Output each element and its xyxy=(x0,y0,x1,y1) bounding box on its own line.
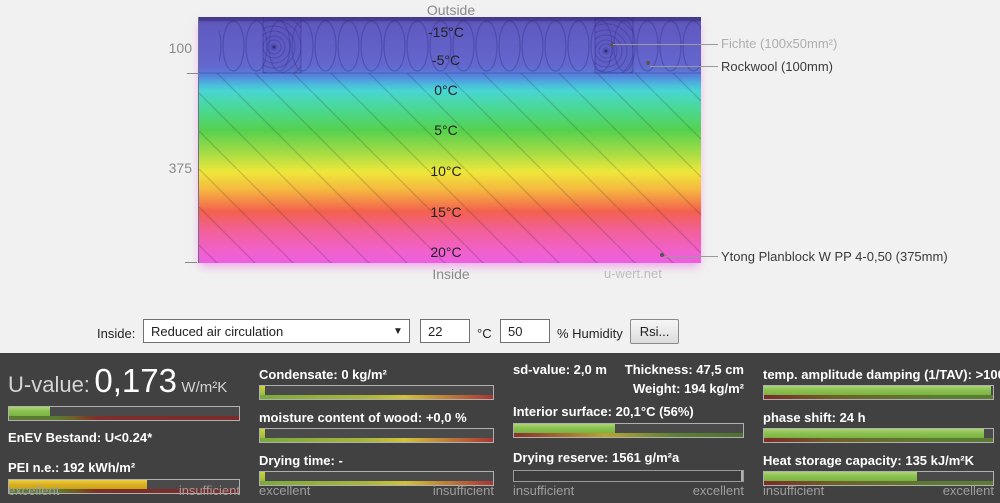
u-value-gauge xyxy=(8,406,240,421)
air-circulation-selected-value: Reduced air circulation xyxy=(151,323,284,339)
sd-value-text: sd-value: 2,0 m xyxy=(513,362,607,377)
weight-text: Weight: 194 kg/m² xyxy=(632,381,744,396)
scale-insufficient: insufficient xyxy=(763,483,825,498)
thermal-diagram: Outside -15°C -5°C 0°C 5°C 10°C 15°C 20°… xyxy=(0,0,1000,300)
axis-tick xyxy=(187,73,199,74)
layer-label-ytong: Ytong Planblock W PP 4-0,50 (375mm) xyxy=(721,249,948,264)
inside-climate-controls: Inside: Reduced air circulation ▼ °C % H… xyxy=(0,319,1000,347)
scale-labels: excellent insufficient xyxy=(259,483,494,498)
moisture-gauge-fill xyxy=(260,429,265,438)
isotherm-label: 10°C xyxy=(430,163,462,179)
layer-label-rockwool: Rockwool (100mm) xyxy=(721,59,833,74)
scale-insufficient: insufficient xyxy=(178,483,240,498)
thickness-label-wall: 375 xyxy=(168,160,192,176)
u-value-number: 0,173 xyxy=(94,362,177,399)
u-wert-calculator-page: Outside -15°C -5°C 0°C 5°C 10°C 15°C 20°… xyxy=(0,0,1000,503)
watermark: u-wert.net xyxy=(604,266,662,281)
results-col-thermal-mass: temp. amplitude damping (1/TAV): >100 ph… xyxy=(763,353,1000,503)
fichte-leader-line xyxy=(613,44,718,45)
ytong-leader-line xyxy=(664,256,718,257)
isotherm-label: -5°C xyxy=(431,52,461,68)
layer-label-fichte: Fichte (100x50mm²) xyxy=(721,36,838,51)
tav-gauge xyxy=(763,385,994,400)
scale-excellent: excellent xyxy=(8,483,60,498)
sd-thickness-row: sd-value: 2,0 m Thickness: 47,5 cm xyxy=(513,362,744,377)
scale-labels: insufficient excellent xyxy=(763,483,994,498)
scale-labels: insufficient excellent xyxy=(513,483,744,498)
temperature-unit-label: °C xyxy=(477,326,492,341)
u-value-gauge-fill xyxy=(9,407,51,416)
scale-labels: excellent insufficient xyxy=(8,483,240,498)
air-circulation-select[interactable]: Reduced air circulation ▼ xyxy=(143,319,410,343)
results-col-surface: sd-value: 2,0 m Thickness: 47,5 cm Weigh… xyxy=(513,353,763,503)
tav-gauge-scale xyxy=(764,395,993,399)
tav-text: temp. amplitude damping (1/TAV): >100 xyxy=(763,367,1000,382)
u-value-title: U-value: 0,173 W/m²K xyxy=(8,362,240,400)
isotherm-label: 0°C xyxy=(434,82,458,98)
interior-surface-gauge xyxy=(513,423,744,438)
wall-cross-section: -15°C -5°C 0°C 5°C 10°C 15°C 20°C xyxy=(198,17,701,263)
isotherm-label: 5°C xyxy=(434,122,458,138)
condensate-text: Condensate: 0 kg/m² xyxy=(259,367,387,382)
scale-excellent: excellent xyxy=(259,483,311,498)
drying-time-text: Drying time: - xyxy=(259,453,343,468)
drying-reserve-text: Drying reserve: 1561 g/m²a xyxy=(513,450,680,465)
phase-shift-text: phase shift: 24 h xyxy=(763,410,866,425)
drying-time-gauge-fill xyxy=(260,472,265,481)
rockwool-leader-dot xyxy=(646,61,650,65)
heat-storage-text: Heat storage capacity: 135 kJ/m²K xyxy=(763,453,974,468)
chevron-down-icon: ▼ xyxy=(393,325,403,337)
phase-shift-gauge-scale xyxy=(764,438,993,442)
phase-shift-gauge xyxy=(763,428,994,443)
interior-surface-gauge-scale xyxy=(514,433,743,437)
results-col-uvalue: U-value: 0,173 W/m²K EnEV Bestand: U<0.2… xyxy=(8,353,259,503)
scale-insufficient: insufficient xyxy=(513,483,575,498)
moisture-text: moisture content of wood: +0,0 % xyxy=(259,410,467,425)
u-value-gauge-scale xyxy=(9,416,239,420)
humidity-input[interactable] xyxy=(500,319,550,343)
moisture-gauge-scale xyxy=(260,438,493,442)
phase-shift-gauge-fill xyxy=(764,429,984,438)
drying-reserve-gauge xyxy=(513,470,744,482)
interior-surface-text: Interior surface: 20,1°C (56%) xyxy=(513,404,694,419)
isotherm-label: 15°C xyxy=(430,204,462,220)
scale-excellent: excellent xyxy=(692,483,744,498)
thickness-text: Thickness: 47,5 cm xyxy=(624,362,744,377)
condensate-gauge xyxy=(259,385,494,400)
u-value-unit: W/m²K xyxy=(181,379,228,396)
humidity-unit-label: % Humidity xyxy=(557,326,623,341)
scale-excellent: excellent xyxy=(942,483,994,498)
tav-gauge-fill xyxy=(764,386,991,395)
scale-insufficient: insufficient xyxy=(432,483,494,498)
outside-label: Outside xyxy=(426,2,476,18)
u-value-label: U-value: xyxy=(8,372,90,397)
thickness-label-insulation: 100 xyxy=(168,40,192,56)
condensate-gauge-fill xyxy=(260,386,265,395)
temperature-input[interactable] xyxy=(420,319,470,343)
isotherm-label: 20°C xyxy=(430,244,462,260)
inside-climate-label: Inside: xyxy=(97,326,136,341)
rsi-button[interactable]: Rsi... xyxy=(630,319,679,344)
axis-tick xyxy=(185,262,197,263)
heat-storage-gauge-fill xyxy=(764,472,918,481)
interior-surface-gauge-fill xyxy=(514,424,615,433)
pei-text: PEI n.e.: 192 kWh/m² xyxy=(8,460,136,475)
results-panel: U-value: 0,173 W/m²K EnEV Bestand: U<0.2… xyxy=(0,353,1000,503)
enev-text: EnEV Bestand: U<0.24* xyxy=(8,430,153,445)
rockwool-leader-line xyxy=(650,66,718,67)
moisture-gauge xyxy=(259,428,494,443)
condensate-gauge-scale xyxy=(260,395,493,399)
isotherm-label: -15°C xyxy=(428,24,464,40)
results-col-moisture: Condensate: 0 kg/m² moisture content of … xyxy=(259,353,513,503)
